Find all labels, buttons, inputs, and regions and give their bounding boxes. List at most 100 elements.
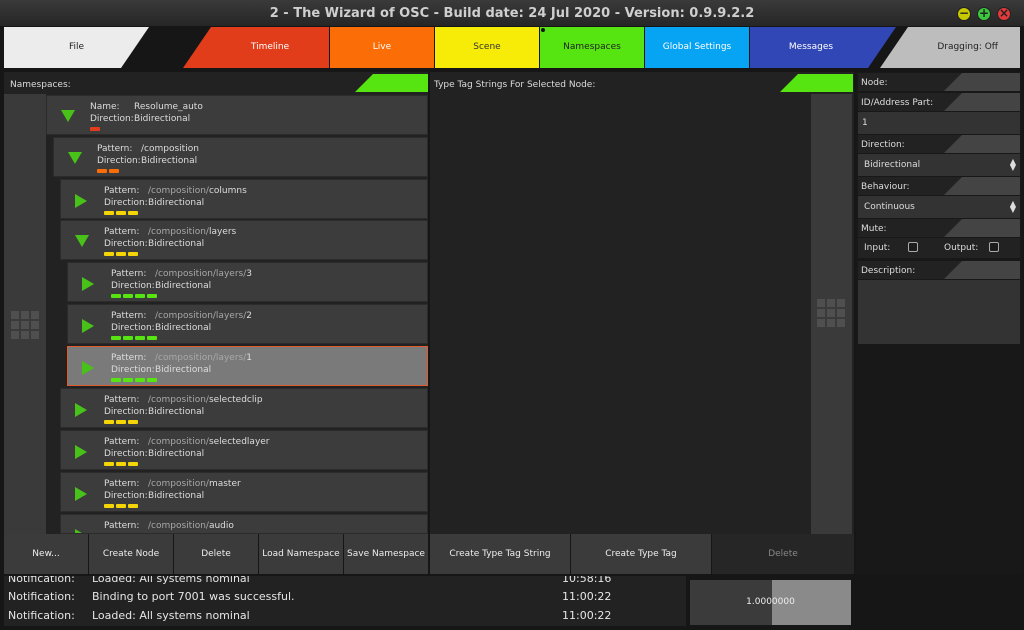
namespace-node[interactable]: Pattern:/composition/columns Direction:Bi… [60,179,428,219]
behaviour-select[interactable]: Continuous ▲ ▼ [858,196,1020,218]
depth-indicator [111,294,157,298]
typetag-drag-handle[interactable] [811,94,852,534]
depth-indicator [104,420,138,424]
typetag-panel: Type Tag Strings For Selected Node: [430,72,854,534]
output-mute-checkbox[interactable] [989,242,999,252]
close-icon[interactable]: × [997,7,1011,21]
tab-file[interactable]: File [4,27,149,68]
node-pattern: Pattern:/composition/selectedclip [104,395,263,405]
namespace-node[interactable]: Pattern:/composition/selectedclip Directi… [60,388,428,428]
node-direction: Direction:Bidirectional [104,491,205,501]
tab-live[interactable]: Live [330,27,434,68]
namespace-node[interactable]: Pattern:/composition/master Direction:Bid… [60,472,428,512]
collapse-triangle-icon[interactable] [68,152,82,164]
typetag-title: Type Tag Strings For Selected Node: [434,80,596,90]
select-arrows-icon: ▲ ▼ [1009,199,1016,214]
node-pattern: Pattern:/composition/layers/3 [111,269,252,279]
collapse-triangle-icon[interactable] [75,235,89,247]
tab-namespaces[interactable]: Namespaces [540,27,644,68]
expand-triangle-icon[interactable] [75,194,87,208]
node-direction: Direction:Bidirectional [104,239,205,249]
input-mute-checkbox[interactable] [908,242,918,252]
depth-indicator [104,252,138,256]
expand-triangle-icon[interactable] [75,403,87,417]
minimize-icon[interactable]: − [957,7,971,21]
tab-dragging[interactable]: Dragging: Off [880,27,1020,68]
node-direction: Direction:Bidirectional [111,323,212,333]
description-header: Description: [858,261,1020,279]
expand-triangle-icon[interactable] [75,487,87,501]
namespace-node[interactable]: Pattern:/composition/layers Direction:Bid… [60,220,428,260]
node-direction: Direction:Bidirectional [111,281,212,291]
namespace-node[interactable]: Pattern:/composition/layers/3 Direction:B… [67,262,428,302]
expand-triangle-icon[interactable] [82,319,94,333]
slider-value: 1.0000000 [746,597,795,607]
node-pattern: Pattern:/composition/columns [104,186,247,196]
grip-icon [817,299,845,327]
expand-triangle-icon[interactable] [82,277,94,291]
namespace-node[interactable]: Pattern:/composition/selectedlayer Direct… [60,430,428,470]
namespace-node[interactable]: Pattern:/composition/layers/1 Direction:B… [67,346,428,386]
typetag-flag [780,74,853,92]
create-type-tag-button[interactable]: Create Type Tag [571,534,711,574]
direction-select[interactable]: Bidirectional ▲ ▼ [858,154,1020,176]
node-pattern: Pattern:/composition/selectedlayer [104,437,270,447]
depth-indicator [97,169,119,173]
node-direction: Direction:Bidirectional [90,114,191,124]
description-field[interactable] [858,280,1020,344]
depth-indicator [90,127,100,131]
node-direction: Direction:Bidirectional [104,407,205,417]
new-button[interactable]: New... [4,534,88,574]
expand-triangle-icon[interactable] [75,445,87,459]
title-bar: 2 - The Wizard of OSC - Build date: 24 J… [0,0,1024,26]
expand-triangle-icon[interactable] [82,361,94,375]
value-slider[interactable]: 1.0000000 [690,580,851,625]
mute-header: Mute: [858,219,1020,237]
depth-indicator [111,378,157,382]
delete-node-button[interactable]: Delete [174,534,258,574]
namespace-node[interactable]: Pattern:/composition Direction:Bidirectio… [53,137,428,177]
namespaces-flag [355,74,428,92]
notifications-panel: Notification: Loaded: All systems nomina… [4,576,686,626]
create-type-tag-string-button[interactable]: Create Type Tag String [430,534,570,574]
load-namespace-button[interactable]: Load Namespace [259,534,343,574]
tab-global-settings[interactable]: Global Settings [645,27,749,68]
node-pattern: Pattern:/composition/layers/2 [111,311,252,321]
node-pattern: Pattern:/composition/layers [104,227,237,237]
node-direction: Direction:Bidirectional [97,156,198,166]
node-direction: Direction:Bidirectional [104,449,205,459]
node-pattern: Pattern:/composition/master [104,479,241,489]
id-header: ID/Address Part: [858,93,1020,111]
delete-type-tag-button[interactable]: Delete [712,534,854,574]
namespaces-title: Namespaces: [10,80,71,90]
node-header: Node: [858,73,1020,91]
behaviour-header: Behaviour: [858,177,1020,195]
tab-timeline[interactable]: Timeline [183,27,329,68]
grip-icon [11,311,39,339]
collapse-triangle-icon[interactable] [61,110,75,122]
node-pattern: Pattern:/composition/layers/1 [111,353,252,363]
tab-scene[interactable]: Scene [435,27,539,68]
depth-indicator [104,462,138,466]
active-tab-indicator [541,28,545,32]
namespace-node[interactable]: Pattern:/composition/audio [60,514,428,534]
window-title: 2 - The Wizard of OSC - Build date: 24 J… [269,6,755,21]
notification-row: Notification: Loaded: All systems nomina… [8,609,612,622]
node-pattern: Pattern:/composition/audio [104,521,234,531]
mute-row: Input: Output: [858,238,1020,258]
depth-indicator [111,336,157,340]
maximize-icon[interactable]: + [977,7,991,21]
depth-indicator [104,504,138,508]
save-namespace-button[interactable]: Save Namespace [344,534,428,574]
node-pattern: Name: Resolume_auto [90,102,203,112]
namespace-node[interactable]: Name: Resolume_auto Direction:Bidirectiona… [46,95,428,135]
namespaces-drag-handle[interactable] [4,94,46,534]
id-field[interactable]: 1 [858,112,1020,134]
tab-messages[interactable]: Messages [750,27,896,68]
notification-row: Notification: Loaded: All systems nomina… [8,576,612,585]
depth-indicator [104,211,138,215]
notification-row: Notification: Binding to port 7001 was s… [8,590,612,603]
namespace-node[interactable]: Pattern:/composition/layers/2 Direction:B… [67,304,428,344]
tab-bar: File Timeline Live Scene Namespaces Glob… [0,26,1024,70]
create-node-button[interactable]: Create Node [89,534,173,574]
